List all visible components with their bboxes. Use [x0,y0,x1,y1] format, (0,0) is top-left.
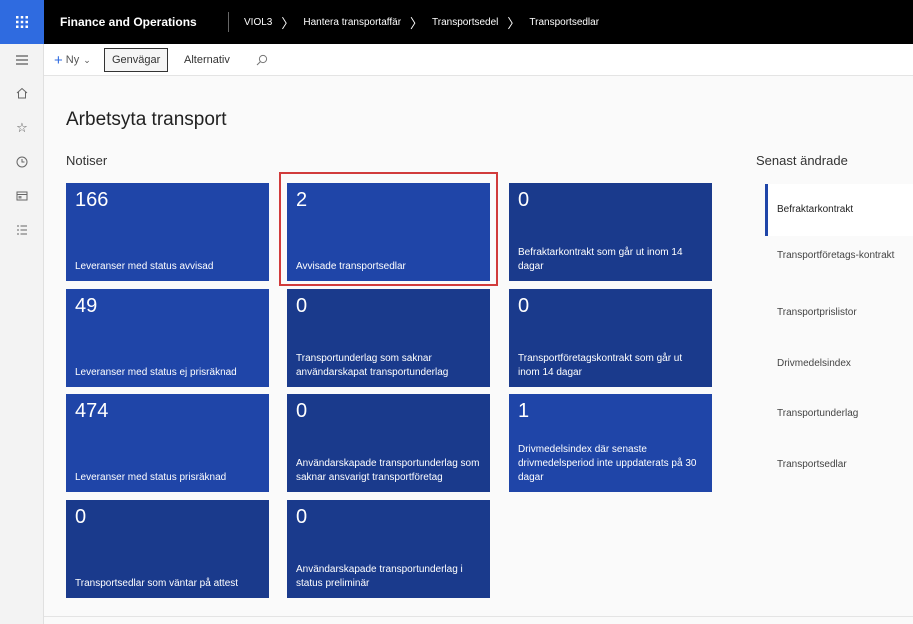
breadcrumb-company[interactable]: VIOL3 [244,17,272,28]
notices-heading: Notiser [66,153,108,168]
top-bar: Finance and Operations VIOL3 〉 Hantera t… [0,0,913,44]
recent-item-carrier-contracts[interactable]: Transportföretags-kontrakt [765,250,913,262]
tile-missing-user-basis[interactable]: 0 Transportunderlag som saknar användars… [287,289,490,387]
tile-label: Leveranser med status prisräknad [75,472,227,483]
tile-count: 0 [296,400,308,422]
plus-icon: + [54,51,63,69]
new-button-label: Ny [65,54,80,66]
breadcrumb-item[interactable]: Transportsedel [432,17,498,28]
waffle-icon [16,16,28,28]
tile-label: Användarskapade transportunderlag som sa… [296,458,480,483]
app-name[interactable]: Finance and Operations [60,0,197,44]
tile-count: 474 [75,400,109,422]
home-icon[interactable] [10,82,34,104]
shortcuts-button[interactable]: Genvägar [104,48,169,72]
tile-label: Leveranser med status avvisad [75,261,214,272]
modules-icon[interactable] [10,219,34,241]
navigation-rail: ☆ [0,44,44,624]
tile-fuel-index-outdated[interactable]: 1 Drivmedelsindex där senaste drivmedels… [509,394,712,492]
tile-label: Drivmedelsindex där senaste drivmedelspe… [518,444,697,483]
recent-item-price-lists[interactable]: Transportprislistor [765,307,913,319]
breadcrumb-item[interactable]: Hantera transportaffär [303,17,401,28]
page-title: Arbetsyta transport [66,109,227,130]
tile-label: Transportunderlag som saknar användarska… [296,353,449,378]
tile-count: 1 [518,400,530,422]
tile-label: Befraktarkontrakt som går ut inom 14 dag… [518,247,683,272]
new-button[interactable]: + Ny ⌄ [54,44,91,76]
highlight-frame [279,172,498,286]
workspace-content: Arbetsyta transport Notiser Senast ändra… [44,76,913,624]
tile-expiring-shipper-contracts[interactable]: 0 Befraktarkontrakt som går ut inom 14 d… [509,183,712,281]
chevron-right-icon: 〉 [410,15,424,31]
tile-count: 49 [75,295,98,317]
action-bar: + Ny ⌄ Genvägar Alternativ [44,44,913,76]
tile-unpriced-shipments[interactable]: 49 Leveranser med status ej prisräknad [66,289,269,387]
chevron-right-icon: 〉 [281,15,295,31]
tile-label: Transportsedlar som väntar på attest [75,578,239,589]
tile-count: 0 [75,506,87,528]
recent-item-waybills[interactable]: Transportsedlar [765,459,913,471]
tile-label: Leveranser med status ej prisräknad [75,367,237,378]
tile-priced-shipments[interactable]: 474 Leveranser med status prisräknad [66,394,269,492]
recent-item-shipper-contracts[interactable]: Befraktarkontrakt [765,184,913,236]
bottom-border [44,616,913,617]
app-launcher-button[interactable] [0,0,44,44]
tile-count: 0 [296,506,308,528]
star-icon[interactable]: ☆ [10,117,34,139]
breadcrumb: VIOL3 〉 Hantera transportaffär 〉 Transpo… [244,0,599,44]
tile-count: 0 [518,189,530,211]
breadcrumb-item[interactable]: Transportsedlar [529,17,599,28]
tile-count: 166 [75,189,109,211]
options-button[interactable]: Alternativ [184,44,230,76]
clock-icon[interactable] [10,151,34,173]
tile-expiring-carrier-contracts[interactable]: 0 Transportföretagskontrakt som går ut i… [509,289,712,387]
recent-item-transport-basis[interactable]: Transportunderlag [765,408,913,420]
recent-item-fuel-index[interactable]: Drivmedelsindex [765,358,913,370]
hamburger-menu-icon[interactable] [10,49,34,71]
recent-heading: Senast ändrade [756,153,848,168]
search-icon[interactable] [256,44,268,76]
topbar-divider [228,12,229,32]
tile-count: 0 [296,295,308,317]
tile-waybills-awaiting-approval[interactable]: 0 Transportsedlar som väntar på attest [66,500,269,598]
tile-label: Användarskapade transportunderlag i stat… [296,564,463,589]
tile-label: Transportföretagskontrakt som går ut ino… [518,353,683,378]
tile-missing-carrier[interactable]: 0 Användarskapade transportunderlag som … [287,394,490,492]
tile-rejected-shipments[interactable]: 166 Leveranser med status avvisad [66,183,269,281]
chevron-down-icon: ⌄ [83,54,91,65]
tile-count: 0 [518,295,530,317]
tile-preliminary-basis[interactable]: 0 Användarskapade transportunderlag i st… [287,500,490,598]
chevron-right-icon: 〉 [507,15,521,31]
workspaces-icon[interactable] [10,185,34,207]
